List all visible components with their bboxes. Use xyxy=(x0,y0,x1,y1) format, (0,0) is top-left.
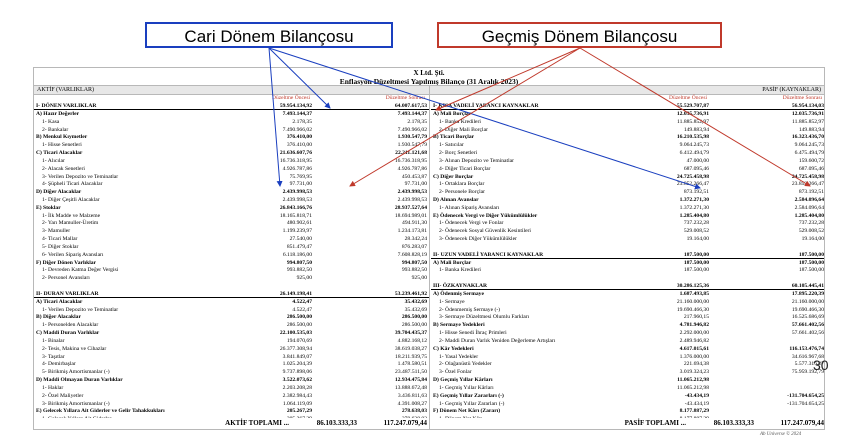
footer-credit: Ab Universe © 2024 xyxy=(760,432,802,437)
arrow-current-3 xyxy=(268,47,701,190)
callout-arrows xyxy=(268,47,811,190)
arrow-current-2 xyxy=(268,47,283,187)
arrow-current-1 xyxy=(268,47,331,109)
page-number: 30 xyxy=(813,357,829,373)
arrow-previous-3 xyxy=(579,47,811,187)
arrow-previous-1 xyxy=(435,47,581,111)
arrow-previous-2 xyxy=(349,47,581,187)
